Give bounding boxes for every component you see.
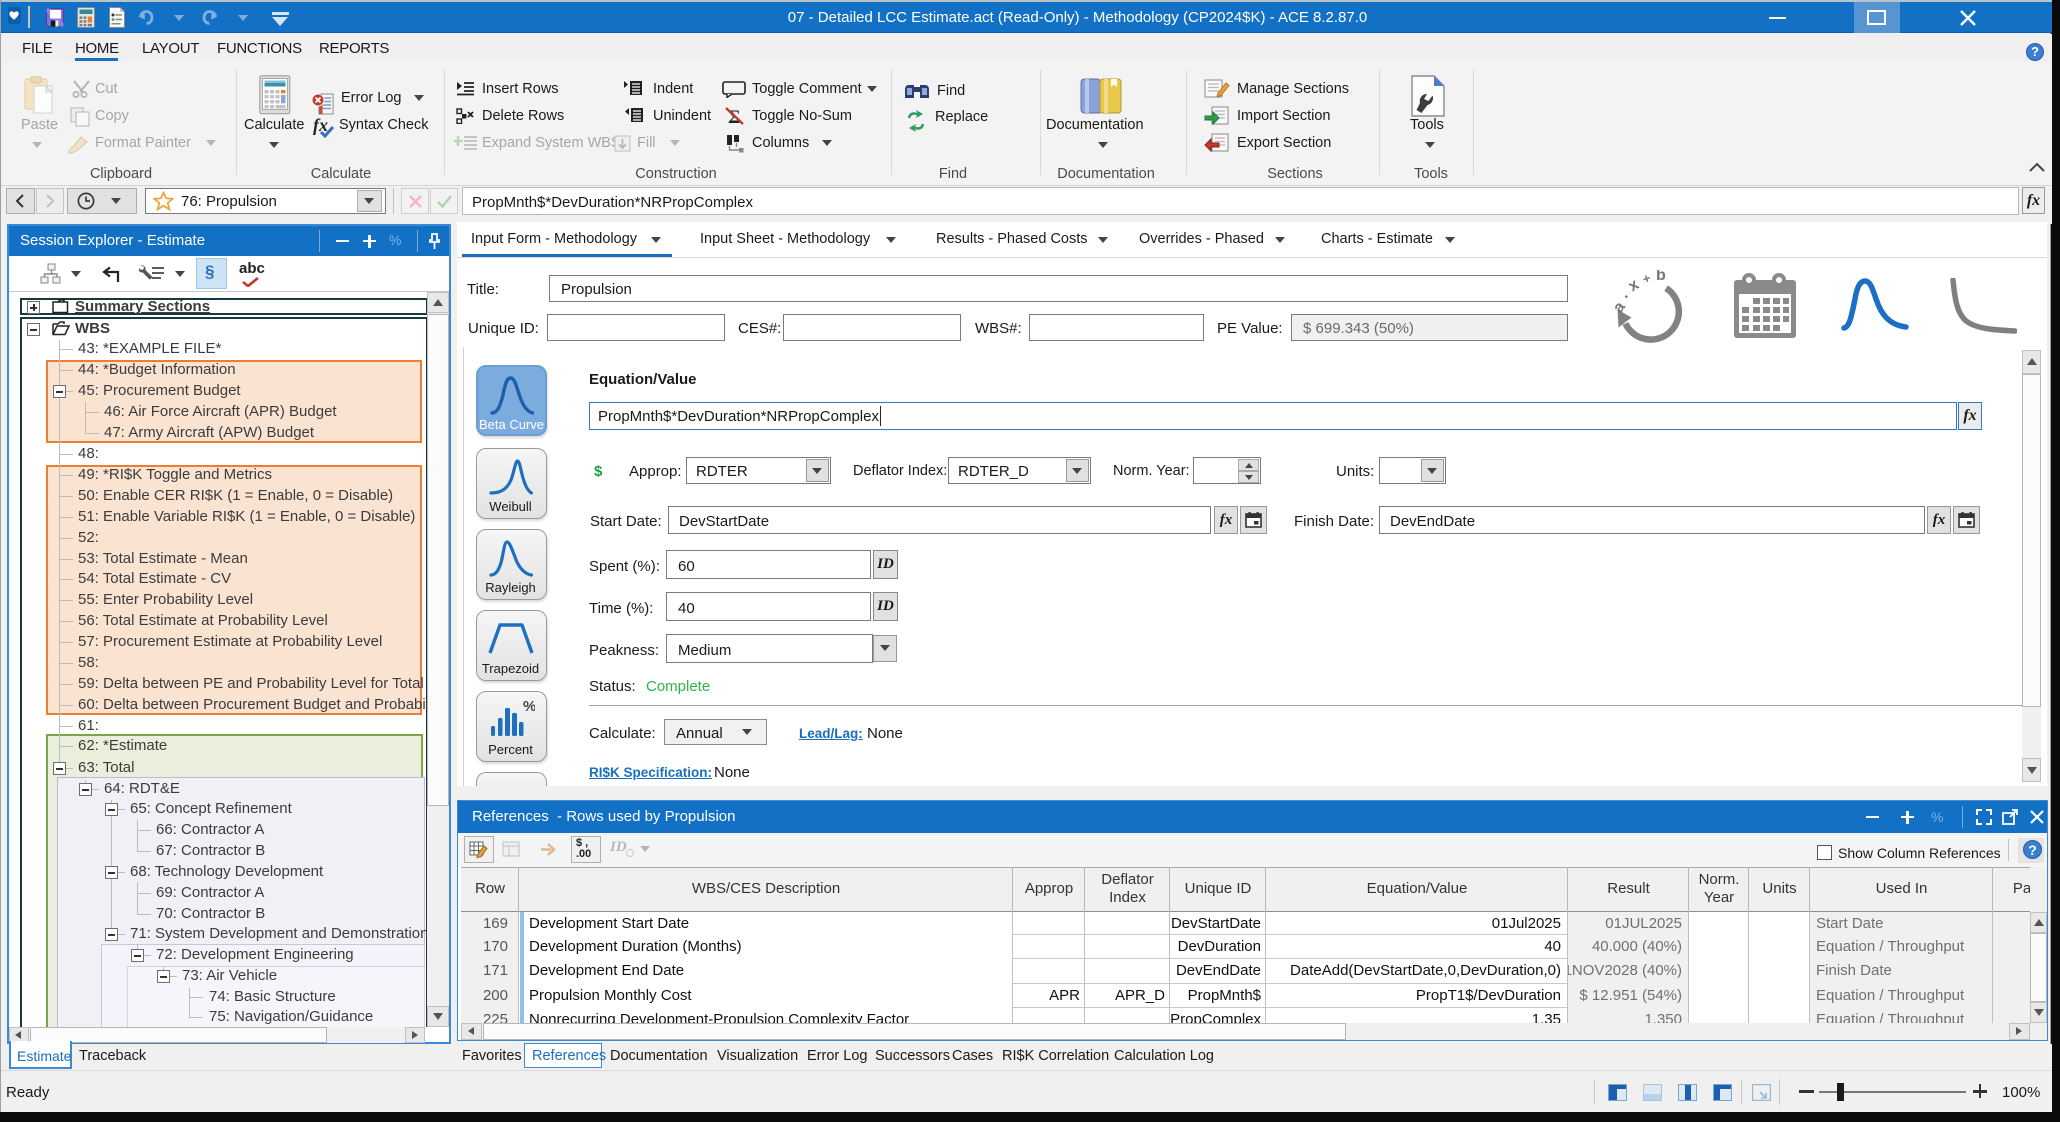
svg-text:b: b — [1656, 270, 1666, 284]
svg-text:x: x — [1626, 276, 1643, 295]
svg-text:a: a — [1610, 299, 1629, 317]
svg-text:%: % — [523, 698, 535, 715]
svg-text:.: . — [1617, 286, 1632, 302]
svg-text:+: + — [1641, 270, 1653, 287]
